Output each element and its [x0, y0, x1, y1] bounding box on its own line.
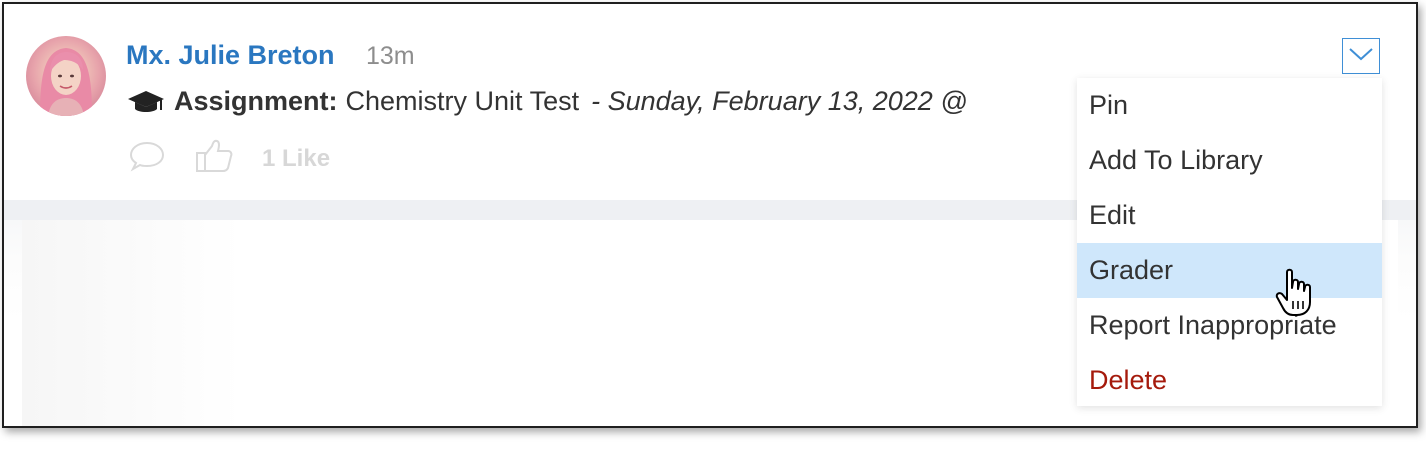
menu-item-grader[interactable]: Grader	[1077, 243, 1382, 298]
assignment-title[interactable]: Chemistry Unit Test	[346, 86, 580, 117]
options-menu: Pin Add To Library Edit Grader Report In…	[1077, 78, 1382, 406]
post-timestamp: 13m	[366, 42, 415, 70]
chevron-down-icon	[1348, 46, 1374, 67]
graduation-cap-icon	[126, 88, 166, 116]
like-count: 1 Like	[262, 144, 331, 172]
post-actions: 1 Like	[128, 138, 330, 179]
menu-item-pin[interactable]: Pin	[1077, 78, 1382, 133]
menu-item-delete[interactable]: Delete	[1077, 353, 1382, 408]
thumbs-up-icon[interactable]	[194, 138, 234, 179]
comment-bubble-icon[interactable]	[128, 139, 166, 178]
avatar[interactable]	[26, 36, 106, 116]
options-dropdown-toggle[interactable]	[1342, 38, 1380, 74]
menu-item-edit[interactable]: Edit	[1077, 188, 1382, 243]
hand-pointer-cursor-icon	[1274, 268, 1314, 318]
assignment-line: Assignment: Chemistry Unit Test - Sunday…	[126, 86, 968, 117]
screenshot-frame: Mx. Julie Breton 13m Assignment: Chemist…	[2, 2, 1418, 428]
menu-item-report-inappropriate[interactable]: Report Inappropriate	[1077, 298, 1382, 353]
assignment-label: Assignment:	[174, 86, 338, 116]
author-name[interactable]: Mx. Julie Breton	[126, 40, 335, 71]
menu-item-add-to-library[interactable]: Add To Library	[1077, 133, 1382, 188]
assignment-due-date: - Sunday, February 13, 2022 @	[591, 86, 968, 116]
